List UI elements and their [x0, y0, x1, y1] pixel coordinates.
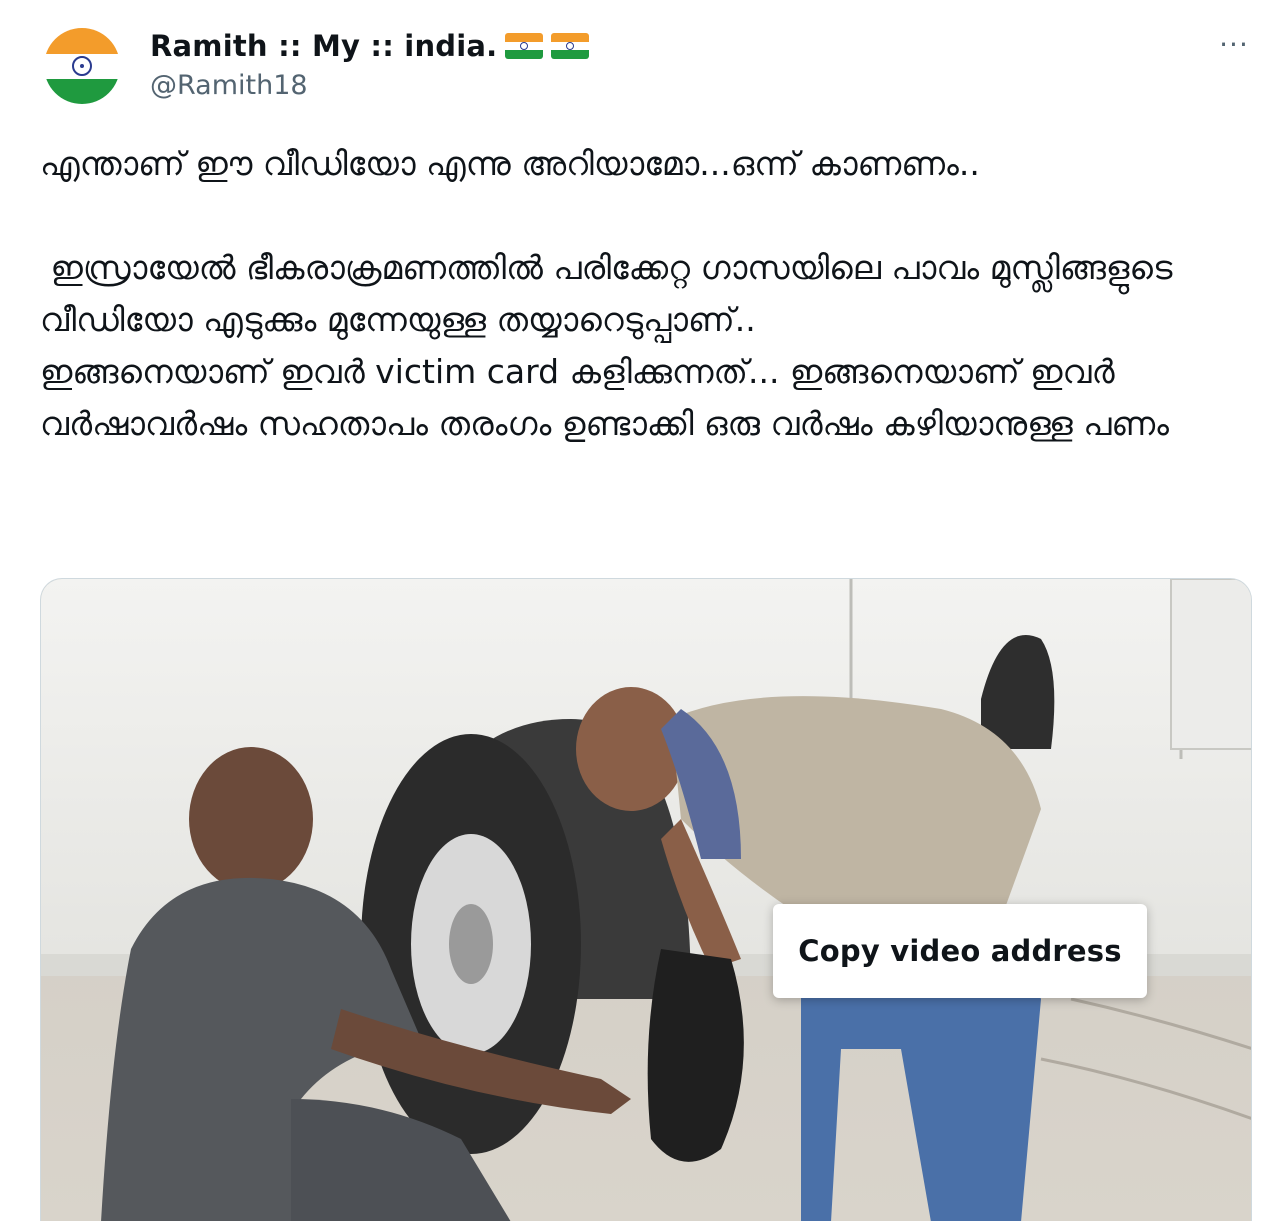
ashoka-chakra-icon	[72, 56, 92, 76]
tweet-text: എന്താണ് ഈ വീഡിയോ എന്നു അറിയാമോ...ഒന്ന് ക…	[40, 144, 1173, 443]
india-flag-icon	[551, 33, 590, 59]
tweet-card: Ramith :: My :: india. @Ramith18 ··· എന്…	[0, 0, 1280, 1221]
more-options-icon[interactable]: ···	[1212, 28, 1256, 61]
author-handle[interactable]: @Ramith18	[150, 70, 308, 101]
india-flag-icon	[505, 33, 544, 59]
author-name-row[interactable]: Ramith :: My :: india.	[150, 26, 590, 66]
context-menu: Copy video address	[773, 904, 1147, 998]
author-display-name[interactable]: Ramith :: My :: india.	[150, 29, 497, 63]
avatar-saffron-band	[44, 28, 120, 54]
video-frame	[41, 579, 1251, 1221]
copy-video-address-menu-item[interactable]: Copy video address	[798, 934, 1121, 968]
avatar-green-band	[44, 78, 120, 104]
avatar[interactable]	[44, 28, 120, 104]
tweet-video[interactable]	[40, 578, 1252, 1221]
